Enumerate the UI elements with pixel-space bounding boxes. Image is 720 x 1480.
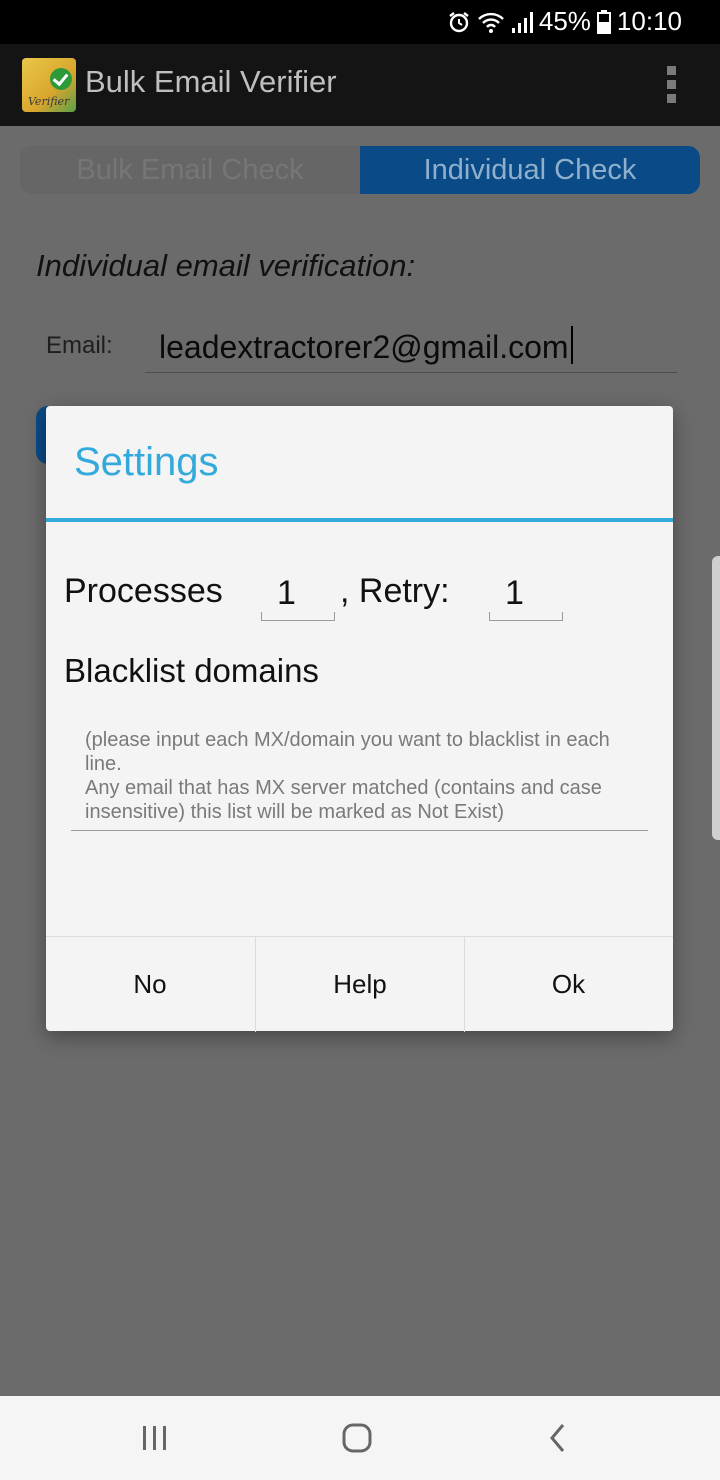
- dialog-divider: [46, 518, 673, 522]
- processes-value: 1: [277, 574, 296, 612]
- blacklist-placeholder: (please input each MX/domain you want to…: [85, 729, 610, 823]
- recent-apps-icon: [143, 1426, 166, 1450]
- signal-icon: [511, 11, 533, 33]
- settings-dialog: Settings Processes 1 , Retry: 1 Blacklis…: [46, 406, 673, 1032]
- app-bar: Verifier Bulk Email Verifier: [0, 44, 720, 126]
- home-icon: [342, 1423, 372, 1453]
- retry-label: , Retry:: [340, 572, 450, 610]
- home-button[interactable]: [327, 1418, 387, 1458]
- text-cursor: [570, 326, 573, 364]
- status-bar: 45% 10:10: [0, 0, 720, 44]
- section-title: Individual email verification:: [36, 248, 416, 283]
- status-icons: 45% 10:10: [447, 6, 682, 37]
- app-title: Bulk Email Verifier: [85, 64, 337, 99]
- email-value: leadextractorer2@gmail.com: [159, 329, 569, 365]
- back-icon: [550, 1424, 565, 1452]
- scrollbar: [712, 556, 720, 840]
- battery-percent: 45%: [538, 6, 591, 36]
- ok-button[interactable]: Ok: [464, 937, 673, 1032]
- tab-bulk-email-check[interactable]: Bulk Email Check: [20, 146, 360, 194]
- dialog-title: Settings: [74, 440, 219, 484]
- help-button[interactable]: Help: [255, 937, 465, 1032]
- check-icon: [50, 68, 72, 90]
- app-logo-text: Verifier: [28, 95, 70, 108]
- alarm-icon: [449, 11, 469, 32]
- back-button[interactable]: [528, 1418, 588, 1458]
- battery-icon: [596, 9, 611, 34]
- overflow-menu-icon[interactable]: [664, 66, 678, 104]
- email-label: Email:: [46, 332, 113, 359]
- retry-value: 1: [505, 574, 524, 612]
- retry-input[interactable]: 1: [489, 566, 563, 621]
- blacklist-input[interactable]: (please input each MX/domain you want to…: [71, 724, 648, 831]
- processes-input[interactable]: 1: [261, 566, 335, 621]
- recent-apps-button[interactable]: [125, 1418, 185, 1458]
- tab-individual-check[interactable]: Individual Check: [360, 146, 700, 194]
- blacklist-label: Blacklist domains: [64, 652, 319, 689]
- dialog-buttons: No Help Ok: [46, 936, 673, 1032]
- processes-label: Processes: [64, 572, 223, 610]
- clock: 10:10: [616, 6, 682, 36]
- email-field[interactable]: leadextractorer2@gmail.com: [145, 318, 677, 373]
- app-logo: Verifier: [22, 58, 76, 112]
- wifi-icon: [478, 12, 504, 33]
- navigation-bar: [0, 1396, 720, 1480]
- tab-bar: Bulk Email Check Individual Check: [20, 146, 700, 194]
- no-button[interactable]: No: [46, 937, 254, 1032]
